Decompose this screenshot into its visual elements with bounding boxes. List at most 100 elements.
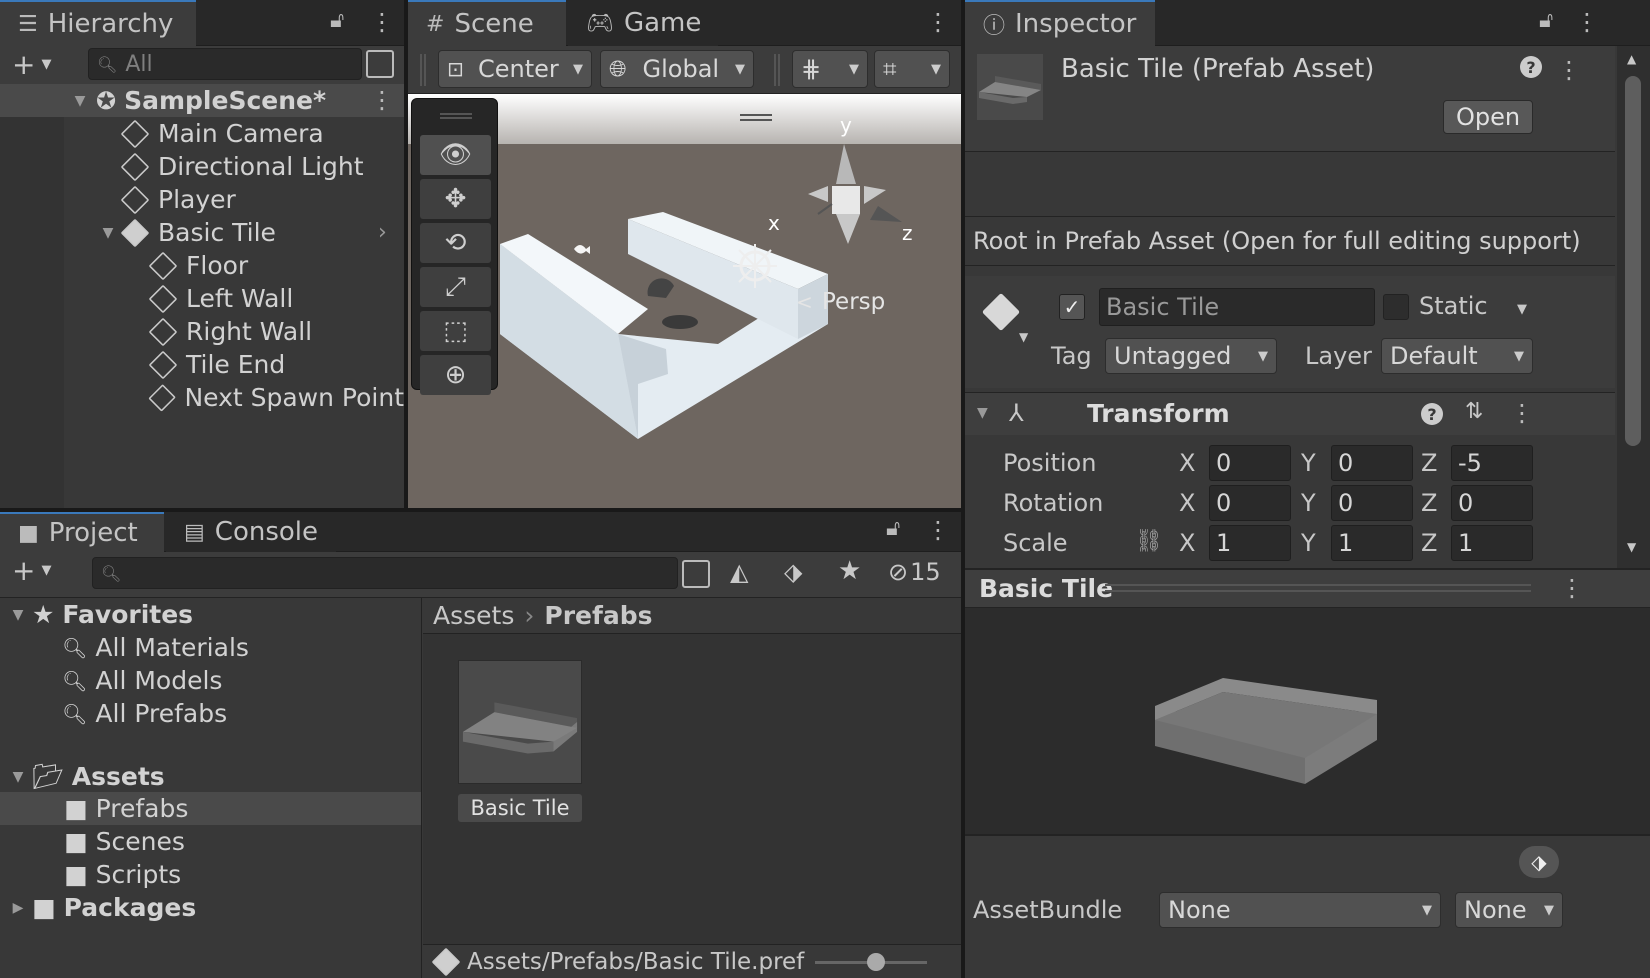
collapse-arrow-icon[interactable]: ▶ (4, 900, 32, 916)
layer-dropdown[interactable]: Default ▼ (1381, 338, 1533, 374)
position-y-field[interactable]: 0 (1331, 445, 1413, 481)
expand-arrow-icon[interactable]: ▼ (4, 769, 32, 785)
scene-menu-icon[interactable]: ⋮ (926, 8, 950, 36)
preset-icon[interactable]: ⇅ (1465, 399, 1483, 424)
favorite-all-prefabs[interactable]: 🔍︎ All Prefabs (0, 697, 421, 730)
scroll-up-icon[interactable]: ▲ (1627, 52, 1636, 66)
folder-scripts[interactable]: ■ Scripts (0, 858, 421, 891)
chevron-down-icon[interactable]: ▼ (1019, 330, 1028, 344)
tab-hierarchy[interactable]: ☰ Hierarchy (0, 0, 196, 46)
favorite-all-materials[interactable]: 🔍︎ All Materials (0, 631, 421, 664)
hidden-packages-toggle[interactable]: ⊘ 15 (888, 558, 941, 586)
chevron-right-icon[interactable]: › (378, 220, 387, 245)
scene-row[interactable]: ▼ ✪ SampleScene* ⋮ (0, 84, 404, 117)
grid-snapping-dropdown[interactable]: ⋕ ▼ (792, 50, 868, 88)
prefab-preview-render[interactable] (965, 608, 1650, 834)
position-x-field[interactable]: 0 (1209, 445, 1291, 481)
expand-arrow-icon[interactable]: ▼ (66, 93, 94, 109)
static-dropdown-caret[interactable]: ▼ (1517, 302, 1527, 317)
scene-menu-icon[interactable]: ⋮ (370, 86, 394, 114)
label-tag-icon[interactable]: ⬗ (1519, 846, 1559, 878)
favorite-all-models[interactable]: 🔍︎ All Models (0, 664, 421, 697)
hierarchy-item-right-wall[interactable]: Right Wall (0, 315, 404, 348)
breadcrumb-prefabs[interactable]: Prefabs (544, 601, 652, 630)
scroll-thumb[interactable] (1625, 76, 1641, 446)
project-search-input[interactable]: 🔍︎ (92, 557, 678, 589)
hierarchy-item-main-camera[interactable]: Main Camera (0, 117, 404, 150)
slider-handle[interactable] (867, 953, 885, 971)
rect-tool-button[interactable]: ⬚ (420, 311, 491, 351)
folder-scenes[interactable]: ■ Scenes (0, 825, 421, 858)
move-tool-button[interactable]: ✥ (420, 179, 491, 219)
hierarchy-menu-icon[interactable]: ⋮ (370, 8, 394, 36)
scale-z-field[interactable]: 1 (1451, 525, 1533, 561)
search-window-icon[interactable] (682, 560, 710, 588)
rotation-z-field[interactable]: 0 (1451, 485, 1533, 521)
object-name-field[interactable]: Basic Tile (1099, 288, 1375, 326)
inspector-scrollbar[interactable]: ▲ ▼ (1617, 46, 1650, 568)
preview-menu-icon[interactable]: ⋮ (1560, 574, 1584, 602)
scene-search-icon[interactable] (366, 50, 394, 78)
hierarchy-item-tile-end[interactable]: Tile End (0, 348, 404, 381)
help-icon[interactable]: ? (1520, 56, 1542, 78)
hierarchy-item-basic-tile[interactable]: ▼ Basic Tile › (0, 216, 404, 249)
tab-game[interactable]: 🎮︎ Game (568, 0, 718, 46)
scale-x-field[interactable]: 1 (1209, 525, 1291, 561)
rotate-tool-button[interactable]: ⟲ (420, 223, 491, 263)
scale-tool-button[interactable]: ⤢ (420, 267, 491, 307)
transform-tool-button[interactable]: ⊕ (420, 355, 491, 395)
static-checkbox[interactable] (1383, 294, 1409, 320)
inspector-menu-icon[interactable]: ⋮ (1575, 8, 1599, 36)
favorite-star-icon[interactable]: ★ (838, 556, 861, 586)
packages-header[interactable]: ▶ ■ Packages (0, 891, 421, 924)
filter-by-type-icon[interactable]: ◭ (730, 558, 748, 586)
overlay-grip[interactable] (440, 113, 472, 119)
header-menu-icon[interactable]: ⋮ (1557, 56, 1581, 84)
folder-prefabs[interactable]: ■ Prefabs (0, 792, 421, 825)
assetbundle-variant-dropdown[interactable]: None ▼ (1455, 892, 1563, 928)
help-icon[interactable]: ? (1421, 403, 1443, 425)
hierarchy-item-floor[interactable]: Floor (0, 249, 404, 282)
hierarchy-item-player[interactable]: Player (0, 183, 404, 216)
tab-scene[interactable]: # Scene (408, 0, 566, 46)
lock-icon[interactable]: 🔓︎ (1539, 8, 1553, 33)
tag-dropdown[interactable]: Untagged ▼ (1105, 338, 1277, 374)
scene-viewport[interactable]: y x z Persp < 👁︎ ✥ ⟲ ⤢ ⬚ ⊕ (408, 94, 961, 508)
hierarchy-item-left-wall[interactable]: Left Wall (0, 282, 404, 315)
rotation-x-field[interactable]: 0 (1209, 485, 1291, 521)
view-tool-button[interactable]: 👁︎ (420, 135, 491, 175)
asset-basic-tile[interactable]: Basic Tile (458, 660, 582, 822)
create-asset-button[interactable]: + ▼ (12, 554, 51, 587)
preview-area[interactable] (965, 608, 1650, 834)
tab-project[interactable]: ■ Project (0, 512, 164, 552)
expand-arrow-icon[interactable]: ▼ (977, 405, 988, 421)
breadcrumb-assets[interactable]: Assets (433, 601, 514, 630)
transform-header[interactable]: ▼ ⅄ Transform ? ⇅ ⋮ (965, 393, 1615, 435)
scale-y-field[interactable]: 1 (1331, 525, 1413, 561)
lock-icon[interactable]: 🔓︎ (886, 516, 900, 541)
scroll-down-icon[interactable]: ▼ (1627, 540, 1636, 554)
tab-console[interactable]: ▤ Console (166, 512, 336, 552)
preview-header[interactable]: Basic Tile ⋮ (965, 568, 1650, 608)
assetbundle-dropdown[interactable]: None ▼ (1159, 892, 1441, 928)
position-z-field[interactable]: -5 (1451, 445, 1533, 481)
create-button[interactable]: + ▼ (12, 48, 51, 81)
expand-arrow-icon[interactable]: ▼ (94, 225, 122, 241)
pivot-space-dropdown[interactable]: 🌐︎ Global ▼ (600, 50, 754, 88)
assets-header[interactable]: ▼ 📂︎ Assets (0, 760, 421, 793)
rotation-y-field[interactable]: 0 (1331, 485, 1413, 521)
thumbnail-size-slider[interactable] (815, 953, 927, 971)
lock-icon[interactable]: 🔓︎ (330, 8, 344, 33)
increment-snapping-dropdown[interactable]: ⌗ ▼ (874, 50, 950, 88)
active-checkbox[interactable]: ✓ (1059, 294, 1085, 320)
expand-arrow-icon[interactable]: ▼ (4, 607, 32, 623)
filter-by-label-icon[interactable]: ⬗ (784, 558, 802, 586)
favorites-header[interactable]: ▼ ★ Favorites (0, 598, 421, 631)
hierarchy-item-directional-light[interactable]: Directional Light (0, 150, 404, 183)
transform-menu-icon[interactable]: ⋮ (1510, 399, 1534, 427)
hierarchy-item-next-spawn-point[interactable]: Next Spawn Point (0, 381, 404, 414)
hierarchy-search-input[interactable]: 🔍︎ All (88, 48, 362, 80)
projection-label[interactable]: Persp (822, 289, 885, 315)
pivot-mode-dropdown[interactable]: ⊡ Center ▼ (438, 50, 592, 88)
project-menu-icon[interactable]: ⋮ (926, 516, 950, 544)
